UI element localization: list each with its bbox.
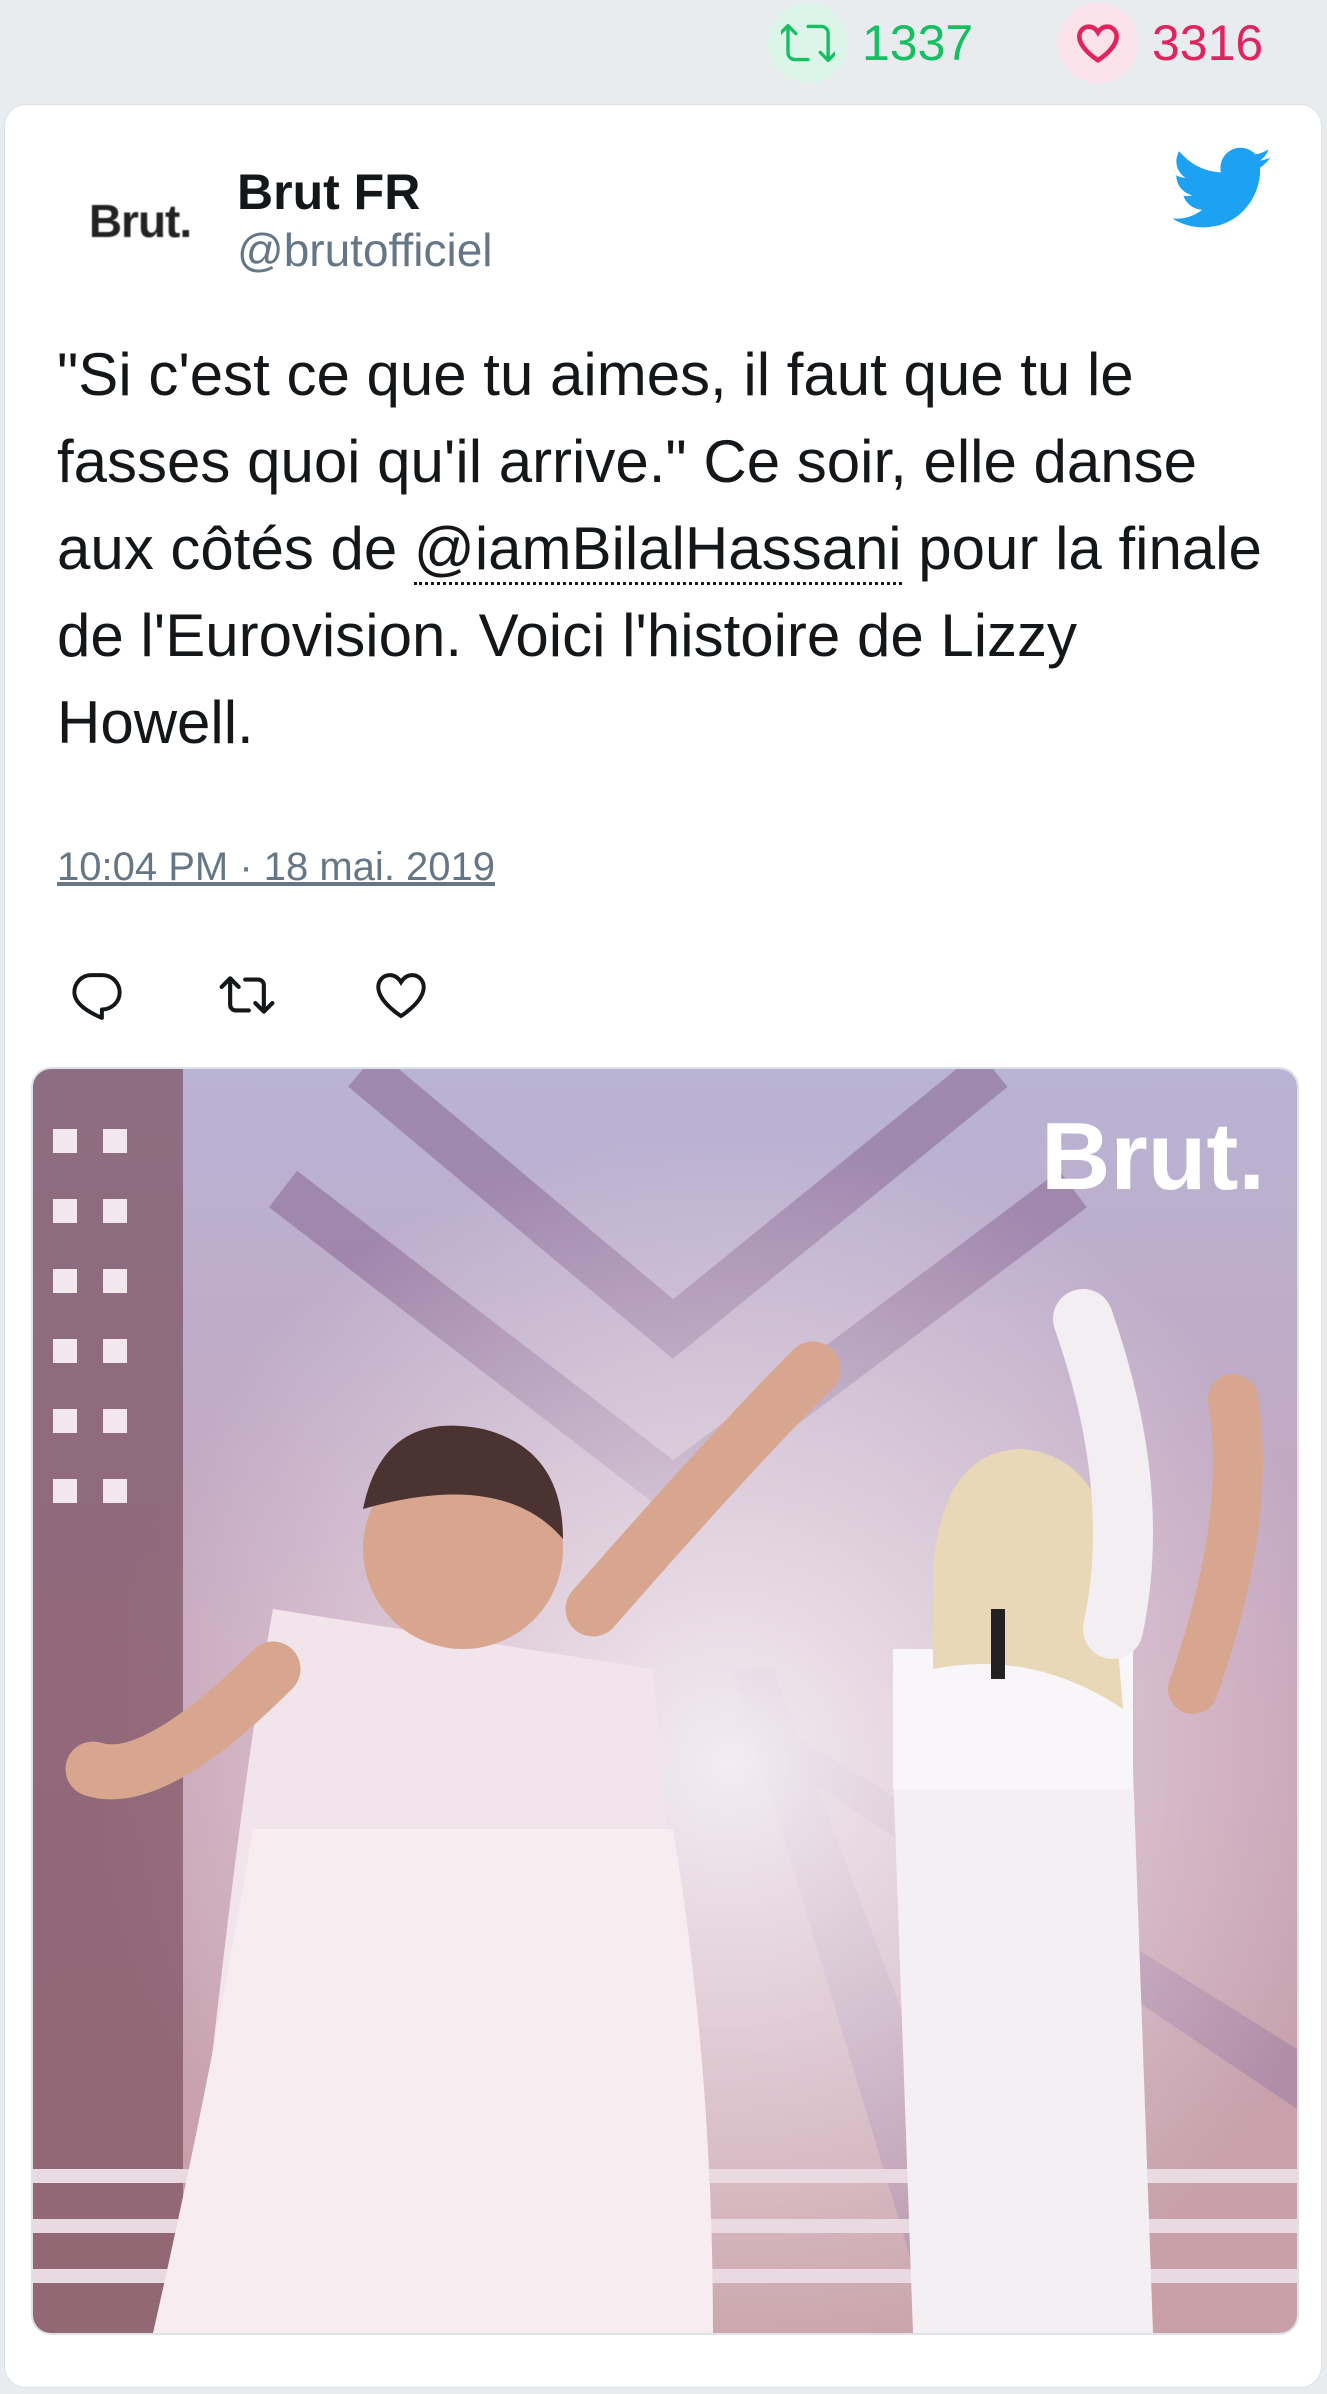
display-name[interactable]: Brut FR xyxy=(237,163,420,221)
retweet-stat[interactable]: 1337 xyxy=(768,3,974,83)
avatar[interactable]: Brut. xyxy=(49,161,231,281)
media-watermark: Brut. xyxy=(1041,1103,1265,1210)
like-stat[interactable]: 3316 xyxy=(1058,3,1264,83)
user-handle[interactable]: @brutofficiel xyxy=(237,223,493,277)
twitter-bird-icon[interactable] xyxy=(1172,147,1273,231)
reply-icon[interactable] xyxy=(57,955,137,1035)
stage-photo: Brut. xyxy=(33,1069,1297,2333)
like-button-icon[interactable] xyxy=(361,955,441,1035)
tweet-timestamp[interactable]: 10:04 PM · 18 mai. 2019 xyxy=(57,845,495,890)
tweet-media-image[interactable]: Brut. xyxy=(31,1067,1299,2335)
tweet-text: "Si c'est ce que tu aimes, il faut que t… xyxy=(57,331,1277,766)
retweet-count: 1337 xyxy=(862,15,974,71)
heart-icon[interactable] xyxy=(1058,3,1138,83)
mention-link[interactable]: @iamBilalHassani xyxy=(413,515,902,585)
top-stats-bar: 1337 3316 xyxy=(0,0,1327,100)
tweet-card[interactable]: Brut. Brut FR @brutofficiel "Si c'est ce… xyxy=(4,104,1322,2388)
like-count: 3316 xyxy=(1152,15,1264,71)
retweet-button-icon[interactable] xyxy=(207,955,287,1035)
retweet-icon[interactable] xyxy=(768,3,848,83)
